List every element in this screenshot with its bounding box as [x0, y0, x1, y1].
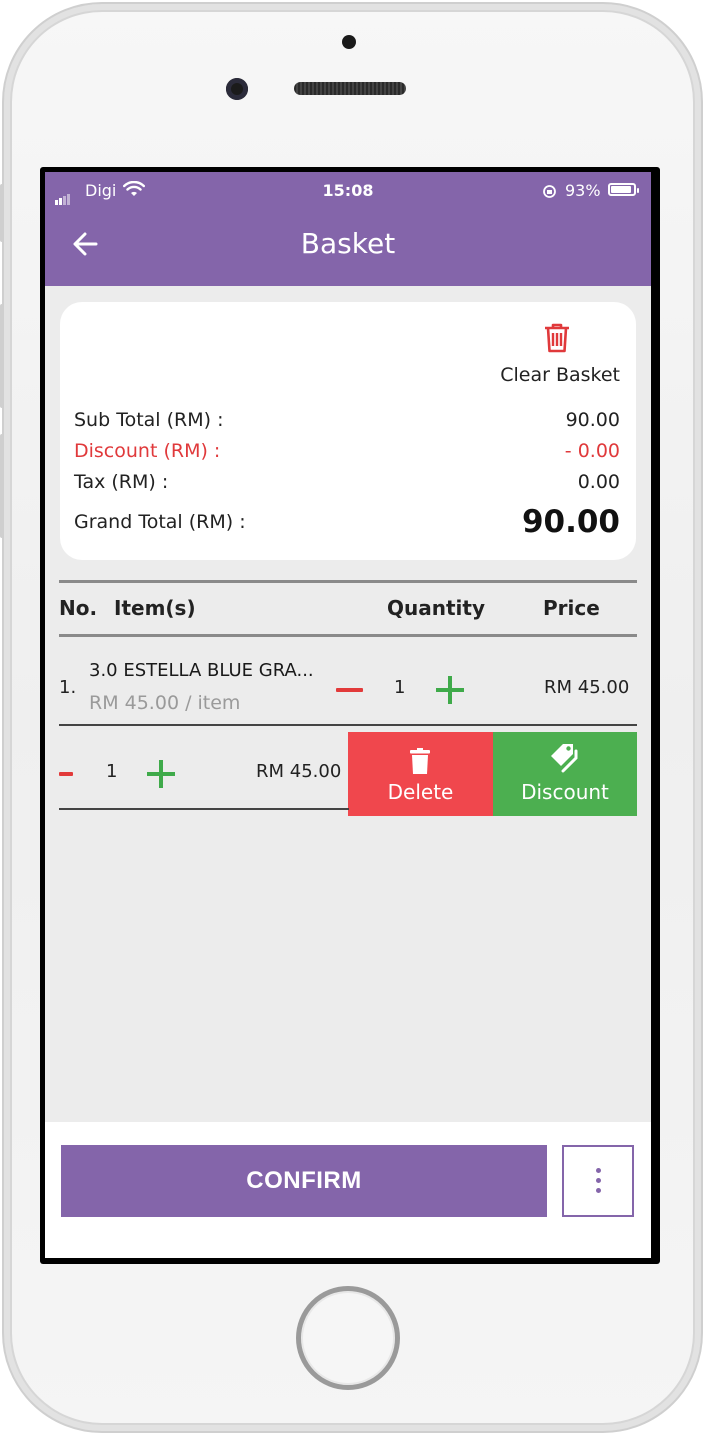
item-number: 1. — [59, 677, 77, 698]
subtotal-value: 90.00 — [565, 409, 620, 431]
discount-row: Discount (RM) : - 0.00 — [74, 437, 620, 465]
battery-percent: 93% — [565, 181, 601, 200]
app-bar: Digi 15:08 93% Basket — [45, 172, 651, 286]
clear-basket-button[interactable]: Clear Basket — [500, 364, 620, 386]
tax-row: Tax (RM) : 0.00 — [74, 468, 620, 496]
subtotal-row: Sub Total (RM) : 90.00 — [74, 406, 620, 434]
home-button[interactable] — [296, 1286, 400, 1390]
battery-icon — [608, 183, 639, 196]
more-vertical-icon — [596, 1168, 601, 1173]
status-time: 15:08 — [322, 181, 374, 200]
volume-up-button — [0, 304, 4, 408]
table-header-rule — [59, 634, 637, 637]
tax-value: 0.00 — [577, 471, 620, 493]
discount-value: - 0.00 — [564, 440, 620, 462]
decrease-quantity-button[interactable] — [336, 688, 363, 692]
app-screen: Digi 15:08 93% Basket Clear Basket Sub T… — [45, 172, 651, 1258]
quantity-value: 1 — [394, 677, 406, 698]
row-divider — [59, 808, 349, 810]
item-name: 3.0 ESTELLA BLUE GRA... — [89, 660, 314, 681]
item-price: RM 45.00 — [544, 677, 630, 698]
header-quantity: Quantity — [387, 596, 485, 620]
summary-card: Clear Basket Sub Total (RM) : 90.00 Disc… — [60, 302, 636, 560]
volume-down-button — [0, 434, 4, 538]
header-price: Price — [543, 596, 600, 620]
bottom-bar: CONFIRM — [45, 1122, 651, 1258]
mute-switch — [0, 184, 4, 242]
delete-label: Delete — [387, 780, 454, 804]
trash-icon[interactable] — [542, 322, 572, 354]
confirm-button[interactable]: CONFIRM — [61, 1145, 547, 1217]
discount-label: Discount — [521, 780, 609, 804]
table-top-rule — [59, 580, 637, 583]
delete-action-button[interactable]: Delete — [348, 732, 493, 816]
grand-total-value: 90.00 — [521, 504, 620, 540]
proximity-sensor — [342, 35, 356, 49]
page-title: Basket — [300, 227, 396, 260]
rotation-lock-icon — [543, 185, 556, 198]
discount-action-button[interactable]: Discount — [493, 732, 637, 816]
item-price: RM 45.00 — [256, 761, 342, 782]
item-unit-price: RM 45.00 / item — [89, 692, 241, 714]
tax-label: Tax (RM) : — [74, 471, 169, 493]
earpiece-speaker — [294, 82, 406, 95]
trash-icon — [410, 748, 430, 774]
quantity-value: 1 — [106, 761, 118, 782]
tag-icon — [551, 744, 578, 773]
more-options-button[interactable] — [562, 1145, 634, 1217]
header-no: No. — [59, 596, 98, 620]
front-camera — [226, 78, 248, 100]
header-items: Item(s) — [114, 596, 196, 620]
decrease-quantity-button[interactable] — [59, 772, 73, 776]
row-divider — [59, 724, 637, 726]
discount-label: Discount (RM) : — [74, 440, 221, 462]
increase-quantity-button[interactable] — [147, 760, 175, 788]
increase-quantity-button[interactable] — [436, 676, 464, 704]
battery-level — [611, 186, 631, 193]
grand-total-row: Grand Total (RM) : 90.00 — [74, 504, 620, 540]
grand-total-label: Grand Total (RM) : — [74, 511, 246, 533]
subtotal-label: Sub Total (RM) : — [74, 409, 224, 431]
